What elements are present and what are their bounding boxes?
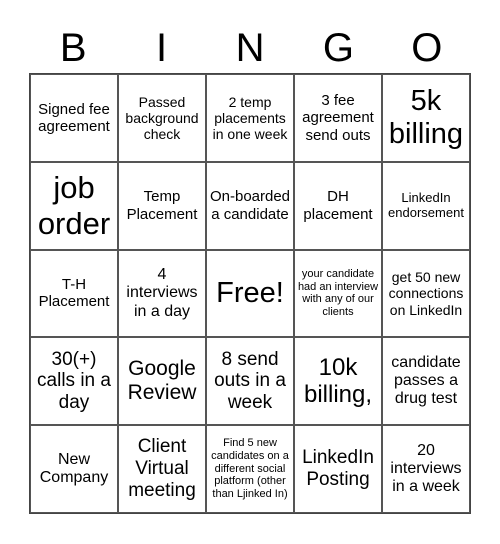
free-space-cell[interactable]: Free!: [206, 249, 294, 338]
header-letter-g: G: [322, 26, 354, 70]
bingo-cell[interactable]: 8 send outs in a week: [206, 337, 294, 426]
bingo-header: B I N G O: [29, 18, 471, 73]
bingo-cell[interactable]: 20 interviews in a week: [382, 425, 470, 513]
header-letter-o: O: [411, 26, 443, 70]
bingo-grid: Signed fee agreement Passed background c…: [29, 73, 471, 514]
bingo-cell[interactable]: DH placement: [294, 161, 382, 250]
bingo-cell[interactable]: your candidate had an interview with any…: [294, 249, 382, 338]
bingo-cell[interactable]: T-H Placement: [30, 249, 118, 338]
bingo-cell[interactable]: job order: [30, 161, 118, 250]
bingo-cell[interactable]: On-boarded a candidate: [206, 161, 294, 250]
bingo-cell[interactable]: Temp Placement: [118, 161, 206, 250]
bingo-cell[interactable]: Signed fee agreement: [30, 74, 118, 162]
bingo-cell[interactable]: 2 temp placements in one week: [206, 74, 294, 162]
bingo-cell[interactable]: Passed background check: [118, 74, 206, 162]
header-letter-b: B: [59, 26, 87, 70]
header-letter-i: I: [156, 26, 168, 70]
bingo-cell[interactable]: Client Virtual meeting: [118, 425, 206, 513]
bingo-cell[interactable]: Find 5 new candidates on a different soc…: [206, 425, 294, 513]
bingo-cell[interactable]: LinkedIn Posting: [294, 425, 382, 513]
bingo-cell[interactable]: New Company: [30, 425, 118, 513]
bingo-cell[interactable]: 3 fee agreement send outs: [294, 74, 382, 162]
bingo-cell[interactable]: 5k billing: [382, 74, 470, 162]
header-letter-n: N: [235, 26, 265, 70]
bingo-cell[interactable]: LinkedIn endorsement: [382, 161, 470, 250]
bingo-cell[interactable]: candidate passes a drug test: [382, 337, 470, 426]
bingo-cell[interactable]: Google Review: [118, 337, 206, 426]
bingo-cell[interactable]: get 50 new connections on LinkedIn: [382, 249, 470, 338]
bingo-cell[interactable]: 4 interviews in a day: [118, 249, 206, 338]
bingo-cell[interactable]: 30(+) calls in a day: [30, 337, 118, 426]
bingo-cell[interactable]: 10k billing,: [294, 337, 382, 426]
